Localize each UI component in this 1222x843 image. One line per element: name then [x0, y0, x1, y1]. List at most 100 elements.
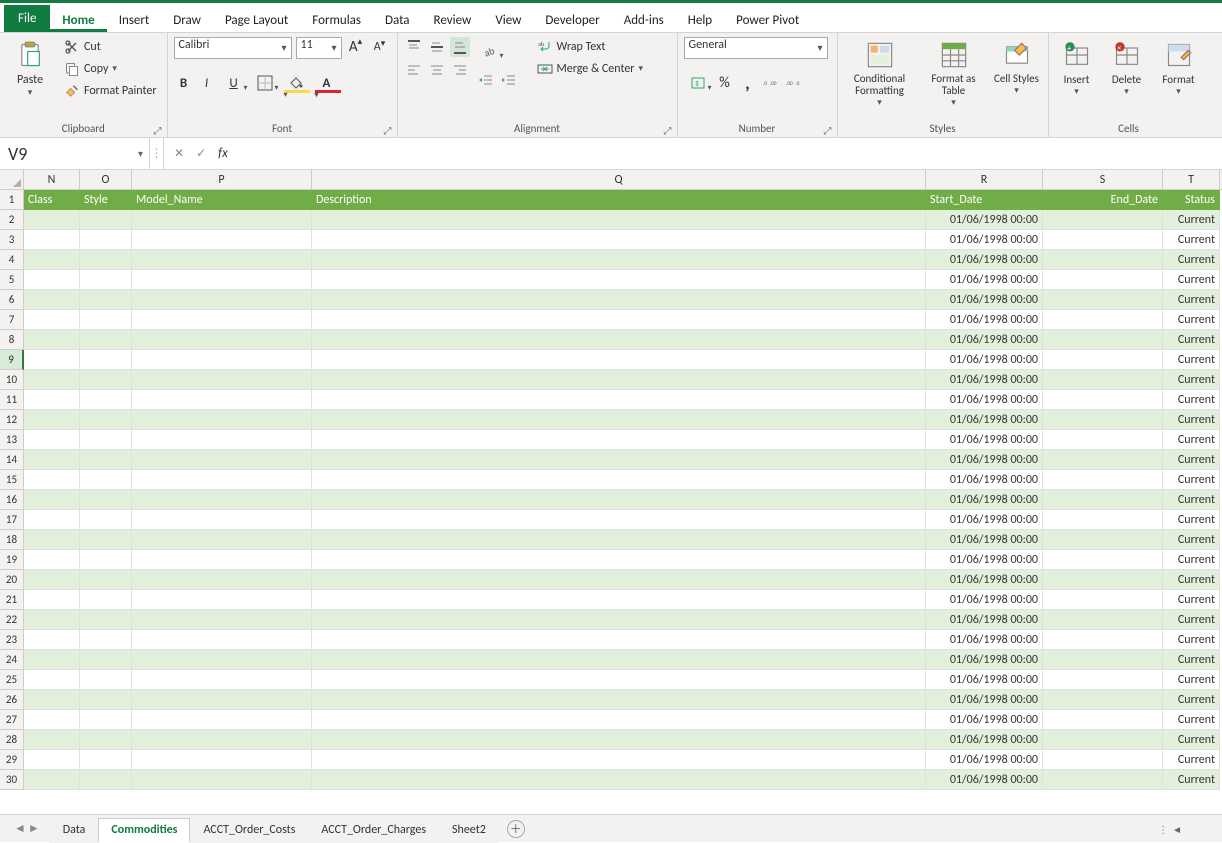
table-cell[interactable]: [312, 310, 926, 330]
table-cell[interactable]: [80, 530, 132, 550]
increase-indent-button[interactable]: [499, 71, 519, 91]
table-cell[interactable]: [132, 610, 312, 630]
column-header-O[interactable]: O: [80, 170, 132, 189]
table-cell[interactable]: [24, 710, 80, 730]
table-cell[interactable]: [132, 430, 312, 450]
table-cell[interactable]: 01/06/1998 00:00: [926, 610, 1043, 630]
row-header[interactable]: 9: [0, 350, 24, 370]
table-cell[interactable]: [24, 490, 80, 510]
table-cell[interactable]: [24, 770, 80, 790]
table-cell[interactable]: 01/06/1998 00:00: [926, 670, 1043, 690]
table-cell[interactable]: [312, 610, 926, 630]
menu-review[interactable]: Review: [422, 7, 484, 32]
column-header-S[interactable]: S: [1043, 170, 1163, 189]
table-header-cell[interactable]: Class: [24, 190, 80, 210]
sheet-nav-next-icon[interactable]: ►: [28, 821, 40, 836]
table-cell[interactable]: [312, 690, 926, 710]
table-cell[interactable]: [80, 390, 132, 410]
table-cell[interactable]: Current: [1163, 350, 1220, 370]
table-cell[interactable]: [132, 230, 312, 250]
delete-cells-button[interactable]: × Delete ▾: [1105, 37, 1149, 99]
table-cell[interactable]: [24, 250, 80, 270]
table-cell[interactable]: [312, 430, 926, 450]
table-cell[interactable]: [24, 550, 80, 570]
align-bottom-button[interactable]: [450, 37, 470, 57]
table-cell[interactable]: [132, 210, 312, 230]
table-cell[interactable]: Current: [1163, 270, 1220, 290]
table-cell[interactable]: [1043, 510, 1163, 530]
table-cell[interactable]: Current: [1163, 710, 1220, 730]
table-cell[interactable]: [312, 670, 926, 690]
table-cell[interactable]: Current: [1163, 570, 1220, 590]
table-cell[interactable]: [1043, 590, 1163, 610]
table-cell[interactable]: Current: [1163, 210, 1220, 230]
table-cell[interactable]: [80, 330, 132, 350]
table-cell[interactable]: Current: [1163, 310, 1220, 330]
table-cell[interactable]: [80, 710, 132, 730]
name-box[interactable]: V9 ▾: [0, 138, 150, 169]
table-cell[interactable]: 01/06/1998 00:00: [926, 550, 1043, 570]
table-cell[interactable]: [24, 430, 80, 450]
row-header[interactable]: 30: [0, 770, 24, 790]
table-cell[interactable]: [1043, 230, 1163, 250]
decrease-decimal-button[interactable]: .00.0: [784, 73, 804, 93]
table-cell[interactable]: [132, 310, 312, 330]
table-cell[interactable]: [132, 550, 312, 570]
table-cell[interactable]: [1043, 570, 1163, 590]
column-header-N[interactable]: N: [24, 170, 80, 189]
align-middle-button[interactable]: [427, 37, 447, 57]
table-cell[interactable]: Current: [1163, 410, 1220, 430]
table-cell[interactable]: [80, 450, 132, 470]
number-launcher-icon[interactable]: ⤢: [824, 124, 835, 135]
table-cell[interactable]: [24, 530, 80, 550]
row-header[interactable]: 3: [0, 230, 24, 250]
table-cell[interactable]: [1043, 250, 1163, 270]
table-cell[interactable]: 01/06/1998 00:00: [926, 430, 1043, 450]
table-cell[interactable]: [132, 250, 312, 270]
insert-cells-button[interactable]: + Insert ▾: [1055, 37, 1099, 99]
table-cell[interactable]: [312, 270, 926, 290]
table-cell[interactable]: [80, 310, 132, 330]
table-cell[interactable]: Current: [1163, 730, 1220, 750]
table-cell[interactable]: 01/06/1998 00:00: [926, 290, 1043, 310]
table-cell[interactable]: [1043, 390, 1163, 410]
table-cell[interactable]: Current: [1163, 390, 1220, 410]
row-header[interactable]: 13: [0, 430, 24, 450]
table-cell[interactable]: [132, 750, 312, 770]
table-cell[interactable]: [312, 730, 926, 750]
table-cell[interactable]: Current: [1163, 750, 1220, 770]
table-cell[interactable]: [132, 570, 312, 590]
menu-view[interactable]: View: [483, 7, 533, 32]
wrap-text-button[interactable]: ab Wrap Text: [533, 37, 648, 57]
row-header[interactable]: 20: [0, 570, 24, 590]
table-cell[interactable]: 01/06/1998 00:00: [926, 370, 1043, 390]
table-cell[interactable]: [80, 290, 132, 310]
table-cell[interactable]: [312, 490, 926, 510]
row-header[interactable]: 27: [0, 710, 24, 730]
table-cell[interactable]: [132, 530, 312, 550]
table-cell[interactable]: [24, 270, 80, 290]
table-cell[interactable]: 01/06/1998 00:00: [926, 710, 1043, 730]
table-cell[interactable]: [1043, 490, 1163, 510]
table-cell[interactable]: [80, 610, 132, 630]
fx-icon[interactable]: fx: [218, 146, 228, 161]
row-header[interactable]: 29: [0, 750, 24, 770]
table-cell[interactable]: [24, 610, 80, 630]
table-cell[interactable]: Current: [1163, 450, 1220, 470]
paste-button[interactable]: Paste ▾: [6, 37, 54, 100]
table-cell[interactable]: [312, 390, 926, 410]
table-cell[interactable]: [1043, 430, 1163, 450]
table-header-cell[interactable]: Description: [312, 190, 926, 210]
font-name-select[interactable]: Calibri: [174, 37, 292, 59]
table-cell[interactable]: [132, 770, 312, 790]
row-header[interactable]: 11: [0, 390, 24, 410]
table-cell[interactable]: [312, 570, 926, 590]
menu-help[interactable]: Help: [676, 7, 724, 32]
align-top-button[interactable]: [404, 37, 424, 57]
new-sheet-button[interactable]: ＋: [507, 820, 525, 838]
table-cell[interactable]: [132, 710, 312, 730]
table-cell[interactable]: [24, 570, 80, 590]
table-cell[interactable]: [24, 330, 80, 350]
row-header[interactable]: 8: [0, 330, 24, 350]
table-cell[interactable]: Current: [1163, 250, 1220, 270]
